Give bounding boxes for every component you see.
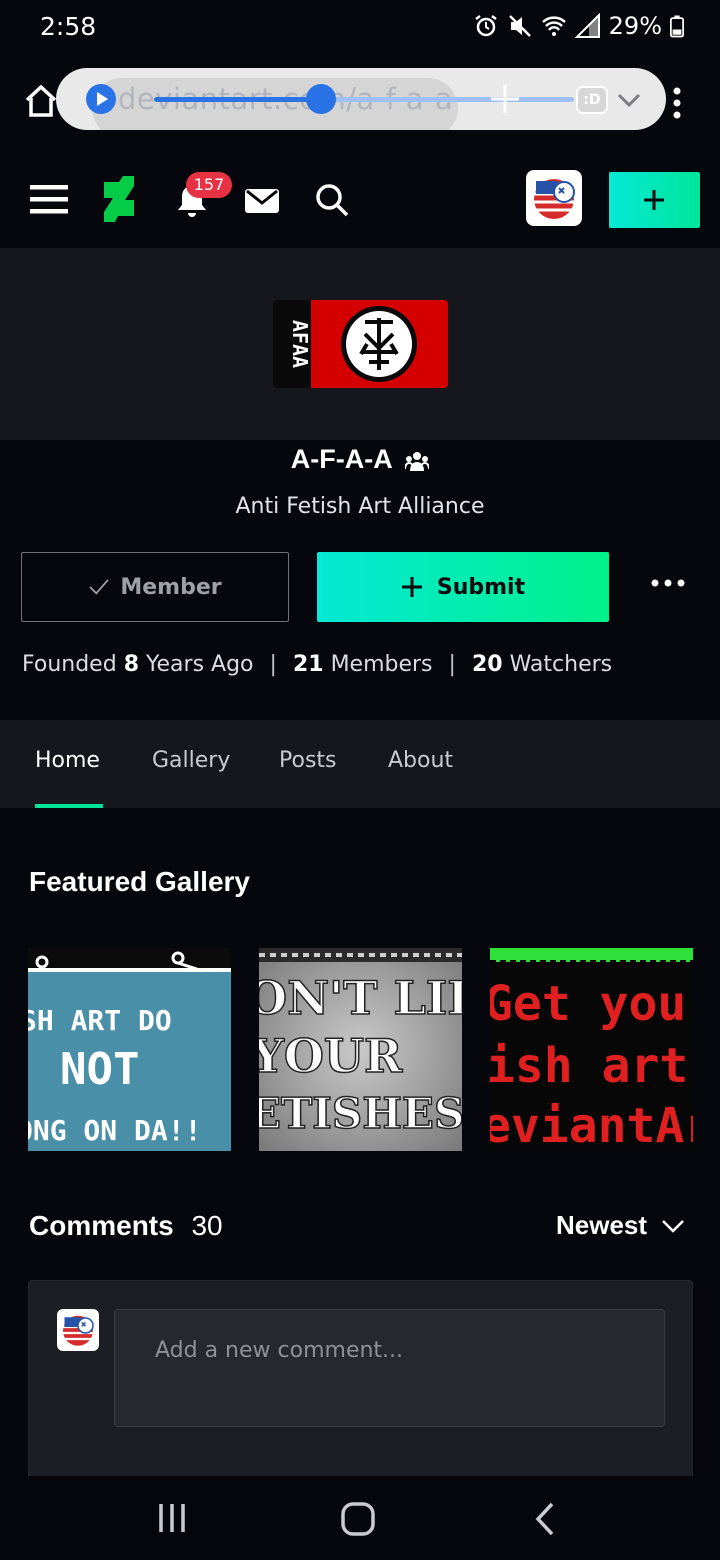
gallery-thumbnail-1[interactable]: SH ART DO NOT ONG ON DA!! xyxy=(28,948,231,1151)
browser-bar: deviantart.com/a-f-a-a :D xyxy=(0,56,720,148)
group-tabs: Home Gallery Posts About xyxy=(0,720,720,808)
battery-icon xyxy=(670,15,684,38)
site-header: 157 xyxy=(0,148,720,248)
wifi-icon xyxy=(541,16,566,36)
submit-label: Submit xyxy=(436,574,526,600)
checkmark-icon xyxy=(89,579,110,595)
group-stats: Founded 8 Years Ago | 21 Members | 20 Watche… xyxy=(22,652,612,677)
submit-button[interactable]: Submit xyxy=(317,552,609,622)
comments-count: 30 xyxy=(191,1210,223,1241)
battery-percent: 29% xyxy=(608,12,662,40)
thumbnail-image: SH ART DO NOT ONG ON DA!! xyxy=(28,948,231,1151)
featured-gallery-title: Featured Gallery xyxy=(29,866,250,897)
status-time: 2:58 xyxy=(40,12,97,41)
founded-suffix: Years Ago xyxy=(146,652,254,677)
avatar-image xyxy=(534,179,575,219)
active-tab-indicator xyxy=(35,804,103,808)
media-controls-overlay xyxy=(92,78,458,130)
thumb-line: ish art o xyxy=(490,1038,693,1094)
deviantart-logo-icon[interactable] xyxy=(104,176,134,222)
thumb-line: Get your xyxy=(490,976,693,1032)
comment-composer: Add a new comment... xyxy=(28,1280,693,1480)
notification-badge[interactable]: 157 xyxy=(186,172,232,198)
group-name-text: A-F-A-A xyxy=(290,444,392,474)
recent-apps-icon[interactable] xyxy=(158,1502,186,1534)
volume-slider-fill xyxy=(154,97,321,102)
watchers-label[interactable]: Watchers xyxy=(510,652,613,677)
play-icon[interactable] xyxy=(86,84,116,114)
member-button[interactable]: Member xyxy=(21,552,289,622)
user-avatar[interactable] xyxy=(526,170,582,226)
stats-separator: | xyxy=(448,652,456,677)
url-bar[interactable]: deviantart.com/a-f-a-a :D xyxy=(56,68,666,130)
signal-icon xyxy=(574,13,600,38)
avatar-image xyxy=(63,1315,94,1346)
sort-label[interactable]: Newest xyxy=(556,1210,647,1241)
thumb-line: ONG ON DA!! xyxy=(28,1114,201,1147)
member-label: Member xyxy=(120,574,222,600)
status-icons: 29% xyxy=(473,12,684,40)
comments-title: Comments xyxy=(29,1210,174,1241)
members-count[interactable]: 21 xyxy=(293,652,324,677)
group-banner: AFAA xyxy=(0,248,720,440)
group-logo-image: AFAA xyxy=(273,300,448,388)
chevron-down-icon[interactable] xyxy=(616,88,642,112)
mute-icon xyxy=(508,15,531,37)
group-name: A-F-A-A xyxy=(0,444,720,475)
tab-posts[interactable]: Posts xyxy=(279,748,337,773)
thumb-line: ETISHES xyxy=(259,1089,462,1138)
founded-prefix: Founded xyxy=(22,652,117,677)
home-button-icon[interactable] xyxy=(341,1502,375,1536)
thumb-line: NOT xyxy=(60,1044,139,1095)
thumb-line: eviantAr xyxy=(490,1098,693,1151)
group-icon xyxy=(405,451,430,471)
volume-slider-thumb[interactable] xyxy=(306,84,336,114)
system-navigation-bar xyxy=(0,1476,720,1560)
gallery-thumbnail-2[interactable]: ON'T LIK YOUR ETISHES xyxy=(259,948,462,1151)
more-options-icon[interactable] xyxy=(650,576,686,590)
plus-icon xyxy=(401,577,422,597)
chevron-down-icon xyxy=(662,1219,684,1233)
comment-input[interactable]: Add a new comment... xyxy=(114,1309,665,1427)
back-icon[interactable] xyxy=(534,1502,556,1536)
avatar xyxy=(57,1309,99,1351)
group-logo[interactable]: AFAA xyxy=(273,300,448,388)
tab-home[interactable]: Home xyxy=(35,748,100,773)
new-tab-icon[interactable] xyxy=(488,82,522,116)
home-icon[interactable] xyxy=(24,84,58,118)
thumbnail-image: ON'T LIK YOUR ETISHES xyxy=(259,948,462,1151)
sort-dropdown[interactable]: Newest xyxy=(556,1210,685,1241)
plus-icon xyxy=(644,190,664,210)
tab-gallery[interactable]: Gallery xyxy=(152,748,230,773)
founded-value: 8 xyxy=(123,652,139,677)
thumb-line: ON'T LIK xyxy=(259,971,462,1025)
tab-switcher-button[interactable]: :D xyxy=(576,86,608,114)
thumb-line: YOUR xyxy=(259,1029,403,1083)
logo-text: AFAA xyxy=(288,320,312,368)
search-icon[interactable] xyxy=(314,182,350,218)
mail-icon[interactable] xyxy=(244,188,280,214)
members-label[interactable]: Members xyxy=(331,652,433,677)
watchers-count[interactable]: 20 xyxy=(472,652,503,677)
gallery-thumbnail-3[interactable]: Get your ish art o eviantAr xyxy=(490,948,693,1151)
tab-about[interactable]: About xyxy=(388,748,453,773)
thumb-line: SH ART DO xyxy=(28,1004,172,1037)
menu-icon[interactable] xyxy=(30,184,68,214)
browser-menu-icon[interactable] xyxy=(670,86,684,120)
comments-header: Comments 30 xyxy=(29,1210,223,1242)
status-bar: 2:58 29% xyxy=(0,0,720,56)
stats-separator: | xyxy=(269,652,277,677)
create-button[interactable] xyxy=(609,172,700,228)
thumbnail-image: Get your ish art o eviantAr xyxy=(490,948,693,1151)
group-subtitle: Anti Fetish Art Alliance xyxy=(235,494,485,519)
alarm-icon xyxy=(474,15,497,37)
